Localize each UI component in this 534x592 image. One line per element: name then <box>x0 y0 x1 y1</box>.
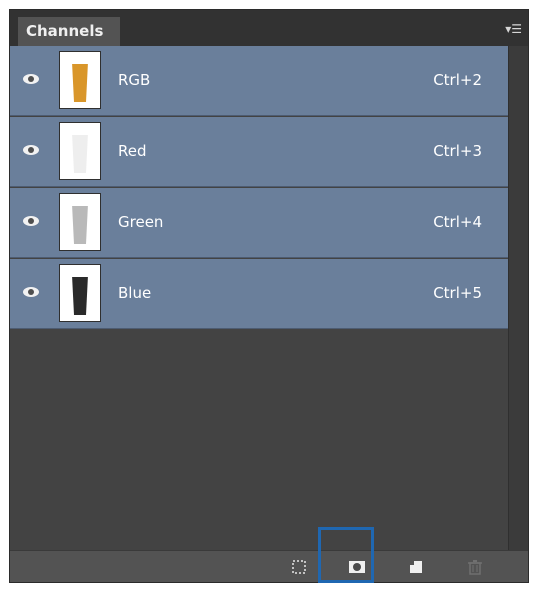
channel-thumbnail <box>60 194 100 250</box>
eye-icon[interactable] <box>22 72 40 86</box>
channel-row-rgb[interactable]: RGB Ctrl+2 <box>10 46 508 116</box>
tab-channels[interactable]: Channels <box>18 17 120 46</box>
scrollbar[interactable] <box>508 46 528 550</box>
channel-thumbnail <box>60 52 100 108</box>
panel-tab-bar: Channels ▾☰ <box>10 10 528 46</box>
channel-row-blue[interactable]: Blue Ctrl+5 <box>10 259 508 329</box>
panel-menu-icon[interactable]: ▾☰ <box>502 22 522 36</box>
channel-shortcut: Ctrl+5 <box>433 284 482 302</box>
channel-row-green[interactable]: Green Ctrl+4 <box>10 188 508 258</box>
channels-panel: Channels ▾☰ RGB Ctrl+2 Red Ctrl+3 Green … <box>10 10 528 582</box>
channel-thumbnail <box>60 123 100 179</box>
eye-icon[interactable] <box>22 214 40 228</box>
channel-shortcut: Ctrl+4 <box>433 213 482 231</box>
dotted-selection-icon[interactable] <box>289 558 309 576</box>
eye-icon[interactable] <box>22 143 40 157</box>
panel-toolbar <box>10 550 528 582</box>
channel-name: Green <box>118 213 164 231</box>
channel-shortcut: Ctrl+3 <box>433 142 482 160</box>
highlight-box <box>318 527 374 583</box>
channel-name: RGB <box>118 71 151 89</box>
trash-icon[interactable] <box>465 558 485 576</box>
channel-thumbnail <box>60 265 100 321</box>
new-channel-icon[interactable] <box>406 558 426 576</box>
eye-icon[interactable] <box>22 285 40 299</box>
channel-row-red[interactable]: Red Ctrl+3 <box>10 117 508 187</box>
channel-name: Red <box>118 142 147 160</box>
channel-name: Blue <box>118 284 152 302</box>
channel-shortcut: Ctrl+2 <box>433 71 482 89</box>
channel-list: RGB Ctrl+2 Red Ctrl+3 Green Ctrl+4 Blue … <box>10 46 508 550</box>
